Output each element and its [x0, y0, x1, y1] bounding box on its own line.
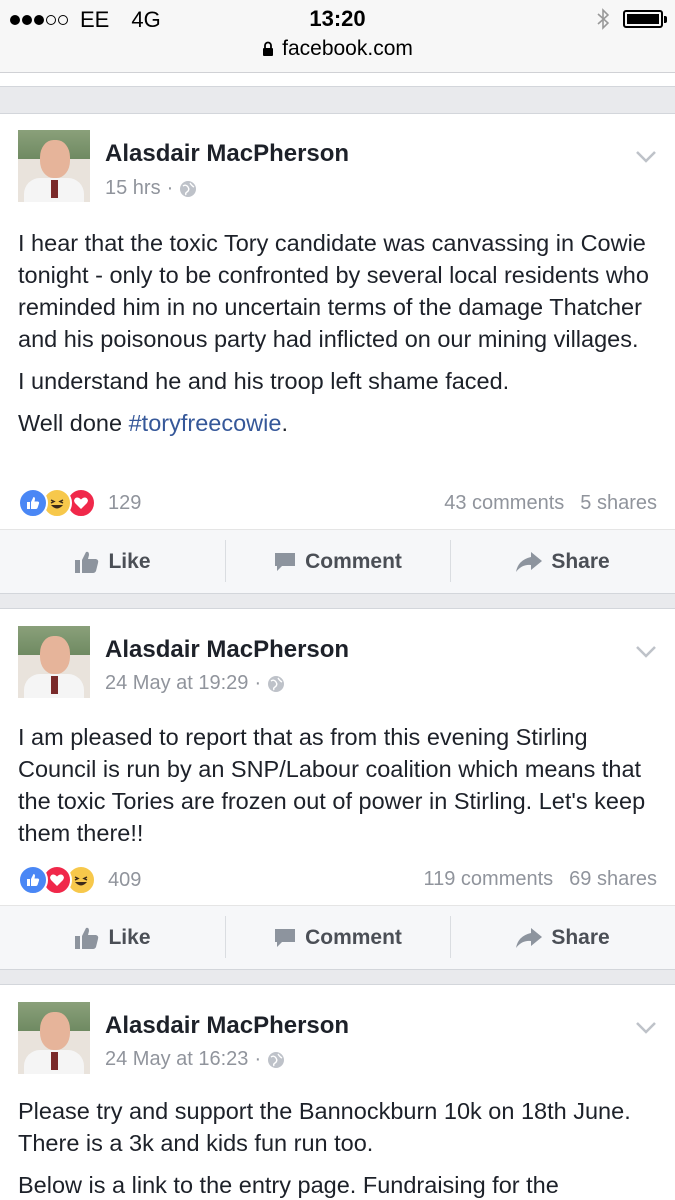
reactions-summary[interactable]: 409 — [18, 865, 141, 895]
url-text: facebook.com — [282, 37, 413, 60]
post-time[interactable]: 24 May at 16:23 — [105, 1048, 248, 1071]
share-count[interactable]: 5 shares — [580, 492, 657, 514]
chevron-down-icon[interactable] — [635, 150, 657, 164]
post-actions: Like Comment Share — [0, 905, 675, 970]
comment-label: Comment — [305, 550, 402, 573]
feed-post: Alasdair MacPherson 24 May at 19:29 · I … — [0, 609, 675, 970]
like-icon — [18, 488, 48, 518]
post-paragraph: Please try and support the Bannockburn 1… — [18, 1098, 631, 1156]
post-stats[interactable]: 119 comments 69 shares — [423, 868, 657, 891]
feed-separator — [0, 969, 675, 985]
chevron-down-icon[interactable] — [635, 1021, 657, 1035]
like-button[interactable]: Like — [0, 530, 225, 594]
post-text: . — [281, 410, 288, 436]
share-label: Share — [551, 550, 610, 573]
post-actions: Like Comment Share — [0, 529, 675, 594]
feed-post: Alasdair MacPherson 15 hrs · I hear that… — [0, 114, 675, 594]
post-author[interactable]: Alasdair MacPherson — [105, 140, 349, 168]
post-body: I am pleased to report that as from this… — [18, 721, 658, 849]
status-bar: EE 4G 13:20 facebook.com — [0, 0, 675, 73]
comment-label: Comment — [305, 926, 402, 949]
comment-button[interactable]: Comment — [225, 906, 450, 970]
globe-icon — [268, 675, 285, 692]
post-meta: 24 May at 16:23 · — [105, 1048, 285, 1071]
like-label: Like — [108, 550, 151, 573]
like-button[interactable]: Like — [0, 906, 225, 970]
lock-icon — [263, 41, 274, 56]
globe-icon — [268, 1051, 285, 1068]
post-body: I hear that the toxic Tory candidate was… — [18, 227, 658, 439]
hashtag-link[interactable]: #toryfreecowie — [129, 410, 282, 436]
share-label: Share — [551, 926, 610, 949]
share-icon — [516, 928, 543, 948]
avatar[interactable] — [18, 1002, 90, 1074]
globe-icon — [180, 180, 197, 197]
post-body: Please try and support the Bannockburn 1… — [18, 1095, 658, 1200]
like-icon — [18, 865, 48, 895]
post-paragraph: I understand he and his troop left shame… — [18, 368, 510, 394]
post-paragraph: Below is a link to the entry page. Fundr… — [18, 1172, 559, 1198]
post-meta: 24 May at 19:29 · — [105, 672, 285, 695]
avatar[interactable] — [18, 626, 90, 698]
thumbs-up-icon — [75, 551, 99, 573]
post-paragraph: Well done #toryfreecowie. — [18, 407, 658, 439]
post-time[interactable]: 24 May at 19:29 — [105, 672, 248, 695]
address-bar[interactable]: facebook.com — [0, 37, 675, 61]
reactions-summary[interactable]: 129 — [18, 488, 141, 518]
post-text: Well done — [18, 410, 129, 436]
feed-separator — [0, 593, 675, 609]
avatar[interactable] — [18, 130, 90, 202]
comment-icon — [275, 553, 296, 571]
share-count[interactable]: 69 shares — [569, 868, 657, 890]
bluetooth-icon — [597, 8, 609, 30]
share-button[interactable]: Share — [450, 906, 675, 970]
reaction-count: 409 — [108, 868, 142, 891]
post-author[interactable]: Alasdair MacPherson — [105, 1012, 349, 1040]
feed-post: Alasdair MacPherson 24 May at 16:23 · Pl… — [0, 985, 675, 1200]
post-meta: 15 hrs · — [105, 177, 197, 200]
comment-count[interactable]: 43 comments — [444, 492, 564, 514]
reaction-count: 129 — [108, 491, 142, 514]
share-button[interactable]: Share — [450, 530, 675, 594]
post-time[interactable]: 15 hrs — [105, 177, 161, 200]
chevron-down-icon[interactable] — [635, 645, 657, 659]
feed-separator — [0, 86, 675, 114]
comment-button[interactable]: Comment — [225, 530, 450, 594]
comment-count[interactable]: 119 comments — [423, 868, 553, 890]
thumbs-up-icon — [75, 927, 99, 949]
post-paragraph: I hear that the toxic Tory candidate was… — [18, 230, 649, 352]
share-icon — [516, 552, 543, 572]
clock: 13:20 — [309, 6, 366, 31]
post-paragraph: I am pleased to report that as from this… — [18, 724, 646, 846]
comment-icon — [275, 929, 296, 947]
like-label: Like — [108, 926, 151, 949]
battery-icon — [623, 10, 667, 28]
post-stats[interactable]: 43 comments 5 shares — [444, 492, 657, 515]
status-icons — [597, 8, 667, 30]
post-author[interactable]: Alasdair MacPherson — [105, 636, 349, 664]
